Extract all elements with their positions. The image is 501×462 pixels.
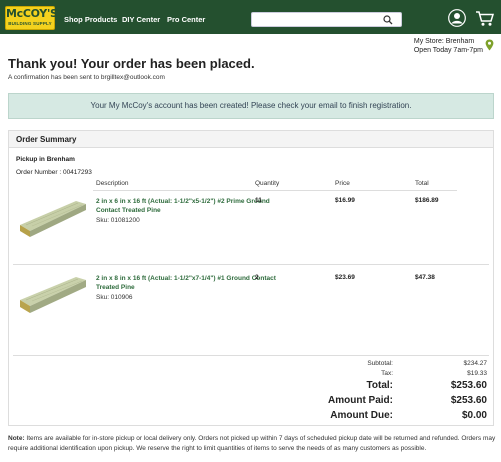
total-value: $253.60	[450, 380, 487, 391]
pickup-location: Pickup in Brenham	[16, 156, 75, 163]
item-total: $47.38	[415, 274, 435, 281]
confirmation-message: A confirmation has been sent to brgillte…	[8, 74, 165, 81]
order-summary-title: Order Summary	[16, 135, 77, 144]
row-divider	[13, 264, 489, 265]
search-input[interactable]	[252, 13, 377, 26]
nav-shop-products[interactable]: Shop Products	[64, 15, 117, 24]
amount-due-label: Amount Due:	[330, 410, 393, 421]
column-header-description: Description	[96, 180, 129, 187]
pickup-policy-note: Note: Items are available for in-store p…	[8, 434, 496, 454]
amount-paid-value: $253.60	[450, 395, 487, 406]
top-navigation-bar: McCOY'S BUILDING SUPPLY Shop Products DI…	[0, 0, 501, 34]
subtotal-value: $234.27	[463, 360, 488, 367]
note-text: Items are available for in-store pickup …	[8, 435, 496, 452]
note-label: Note:	[8, 435, 25, 442]
item-quantity: 2	[255, 274, 259, 281]
location-pin-icon	[485, 39, 494, 51]
nav-diy-center[interactable]: DIY Center	[122, 15, 160, 24]
account-created-banner: Your My McCoy's account has been created…	[8, 93, 494, 119]
page-title: Thank you! Your order has been placed.	[8, 56, 255, 71]
amount-due-value: $0.00	[461, 410, 487, 421]
column-header-price: Price	[335, 180, 350, 187]
product-image-treated-pine-2x6[interactable]	[18, 199, 88, 239]
item-name-link[interactable]: 2 in x 6 in x 16 ft (Actual: 1-1/2"x5-1/…	[96, 197, 276, 215]
store-info[interactable]: My Store: Brenham Open Today 7am-7pm	[414, 37, 483, 55]
mccoys-logo[interactable]: McCOY'S BUILDING SUPPLY	[5, 6, 58, 30]
nav-pro-center[interactable]: Pro Center	[167, 15, 205, 24]
item-price: $16.99	[335, 197, 355, 204]
order-summary-panel: Order Summary Pickup in Brenham Order Nu…	[8, 130, 494, 426]
store-hours: Open Today 7am-7pm	[413, 47, 483, 54]
store-name: My Store: Brenham	[413, 38, 475, 45]
product-image-treated-pine-2x8[interactable]	[18, 275, 88, 315]
tax-label: Tax:	[381, 370, 393, 377]
logo-tagline: BUILDING SUPPLY	[8, 21, 52, 26]
amount-paid-label: Amount Paid:	[328, 395, 393, 406]
banner-text: Your My McCoy's account has been created…	[90, 101, 412, 110]
search-icon[interactable]	[383, 15, 393, 25]
total-label: Total:	[366, 380, 393, 391]
search-box	[251, 12, 402, 27]
account-icon[interactable]	[448, 9, 466, 27]
subtotal-label: Subtotal:	[367, 360, 393, 367]
column-header-quantity: Quantity	[255, 180, 280, 187]
item-quantity: 11	[255, 197, 262, 204]
logo-wordmark: McCOY'S	[6, 7, 58, 20]
order-summary-header: Order Summary	[9, 131, 493, 148]
item-price: $23.69	[335, 274, 355, 281]
item-name-link[interactable]: 2 in x 8 in x 16 ft (Actual: 1-1/2"x7-1/…	[96, 274, 276, 292]
item-sku: Sku: 010906	[96, 294, 133, 301]
row-divider	[13, 355, 489, 356]
item-sku: Sku: 01081200	[96, 217, 140, 224]
header-divider	[93, 190, 457, 191]
order-number: Order Number : 00417293	[16, 169, 92, 176]
cart-icon[interactable]	[475, 10, 495, 27]
tax-value: $19.33	[467, 370, 487, 377]
item-total: $186.89	[415, 197, 439, 204]
column-header-total: Total	[415, 180, 429, 187]
